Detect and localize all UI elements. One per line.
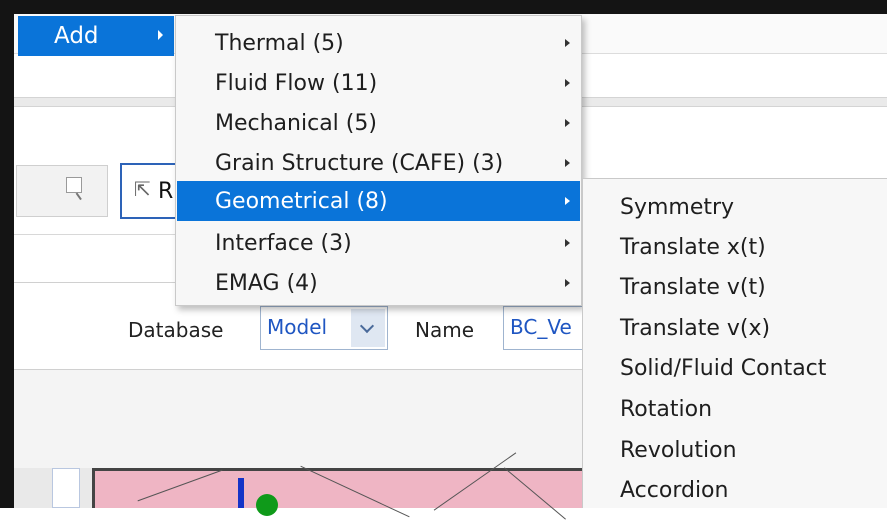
cursor-arrow-icon: ⇱	[134, 177, 151, 201]
window-frame-left	[0, 0, 14, 508]
geometrical-item-label: Translate v(x)	[620, 316, 771, 341]
name-input-value: BC_Ve	[510, 315, 572, 339]
mesh-model[interactable]	[92, 452, 592, 520]
database-label: Database	[128, 318, 224, 342]
toolbar-button[interactable]	[16, 165, 108, 217]
geometrical-item-translate-v-t[interactable]: Translate v(t)	[583, 267, 887, 307]
geometrical-item-translate-v-x[interactable]: Translate v(x)	[583, 308, 887, 348]
submenu-item-label: Fluid Flow (11)	[215, 71, 378, 96]
geometrical-item-label: Translate x(t)	[620, 235, 766, 260]
add-submenu: Thermal (5) Fluid Flow (11) Mechanical (…	[175, 15, 582, 306]
database-select[interactable]: Model	[260, 306, 388, 350]
submenu-arrow-icon	[565, 159, 570, 167]
geometrical-item-label: Solid/Fluid Contact	[620, 356, 827, 381]
submenu-item-label: Grain Structure (CAFE) (3)	[215, 151, 504, 176]
name-label: Name	[415, 318, 475, 342]
geometrical-item-label: Rotation	[620, 397, 713, 422]
submenu-item-geometrical[interactable]: Geometrical (8)	[177, 181, 580, 221]
submenu-arrow-icon	[565, 197, 570, 205]
geometrical-item-symmetry[interactable]: Symmetry	[583, 187, 887, 227]
geometrical-item-label: Translate v(t)	[620, 275, 766, 300]
submenu-item-label: Mechanical (5)	[215, 111, 377, 136]
submenu-item-label: Geometrical (8)	[215, 189, 388, 214]
select-tool-button[interactable]: ⇱ R	[120, 163, 178, 219]
submenu-item-mechanical[interactable]: Mechanical (5)	[177, 103, 580, 143]
submenu-item-label: Interface (3)	[215, 231, 352, 256]
select-region-icon[interactable]	[66, 177, 82, 193]
name-input[interactable]: BC_Ve	[503, 306, 593, 350]
submenu-item-label: EMAG (4)	[215, 271, 318, 296]
submenu-item-thermal[interactable]: Thermal (5)	[177, 23, 580, 63]
window-frame-top	[0, 0, 887, 14]
select-tool-label: R	[158, 179, 174, 204]
geometrical-item-label: Symmetry	[620, 195, 735, 220]
submenu-arrow-icon	[565, 119, 570, 127]
node-marker[interactable]	[256, 494, 278, 516]
geometrical-item-revolution[interactable]: Revolution	[583, 430, 887, 470]
geometrical-submenu: Symmetry Translate x(t) Translate v(t) T…	[582, 178, 887, 508]
geometrical-item-solid-fluid-contact[interactable]: Solid/Fluid Contact	[583, 348, 887, 388]
geometrical-item-translate-x-t[interactable]: Translate x(t)	[583, 227, 887, 267]
submenu-arrow-icon	[565, 279, 570, 287]
axis-indicator	[238, 478, 244, 508]
geometrical-item-accordion[interactable]: Accordion	[583, 470, 887, 510]
submenu-arrow-icon	[565, 239, 570, 247]
geometrical-item-label: Revolution	[620, 438, 737, 463]
menu-item-add[interactable]: Add	[18, 16, 174, 56]
submenu-arrow-icon	[565, 79, 570, 87]
submenu-arrow-icon	[565, 39, 570, 47]
menu-item-add-label: Add	[54, 23, 99, 49]
chevron-down-icon[interactable]	[351, 309, 385, 347]
submenu-item-fluid-flow[interactable]: Fluid Flow (11)	[177, 63, 580, 103]
viewport-side-tab[interactable]	[52, 468, 80, 508]
submenu-item-interface[interactable]: Interface (3)	[177, 223, 580, 263]
submenu-item-label: Thermal (5)	[215, 31, 344, 56]
geometrical-item-rotation[interactable]: Rotation	[583, 389, 887, 429]
submenu-item-grain-structure[interactable]: Grain Structure (CAFE) (3)	[177, 143, 580, 183]
geometrical-item-label: Accordion	[620, 478, 729, 503]
database-select-value: Model	[267, 315, 328, 339]
submenu-arrow-icon	[158, 30, 163, 40]
submenu-item-emag[interactable]: EMAG (4)	[177, 263, 580, 303]
